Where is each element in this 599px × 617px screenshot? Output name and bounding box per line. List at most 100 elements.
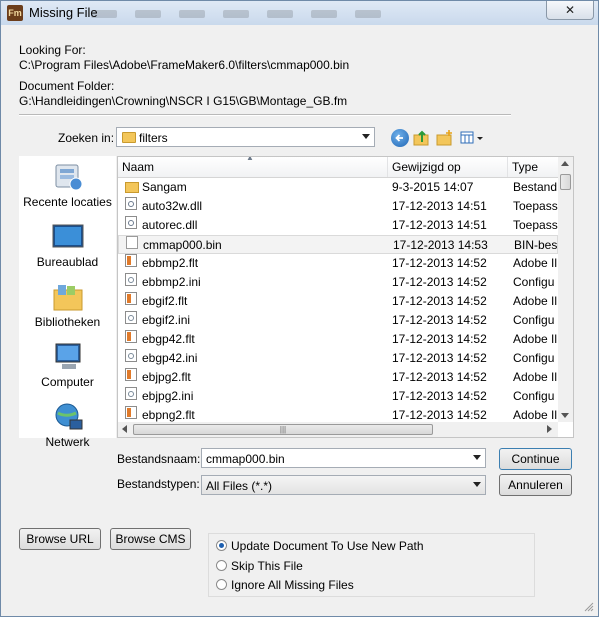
file-row[interactable]: ebbmp2.flt 17-12-2013 14:52 Adobe Il (118, 254, 558, 273)
hscroll-thumb[interactable]: ||| (133, 424, 433, 435)
file-row[interactable]: ebbmp2.ini 17-12-2013 14:52 Configu (118, 273, 558, 292)
file-type: Configu (513, 389, 555, 403)
file-type: Configu (513, 351, 555, 365)
file-modified: 17-12-2013 14:52 (392, 313, 487, 327)
file-name: ebgp42.flt (142, 332, 195, 346)
file-type: Adobe Il (513, 256, 558, 270)
lookin-dropdown[interactable]: filters (116, 127, 375, 147)
file-modified: 17-12-2013 14:51 (392, 199, 487, 213)
document-folder-path: G:\Handleidingen\Crowning\NSCR I G15\GB\… (19, 94, 348, 108)
file-row[interactable]: ebgp42.flt 17-12-2013 14:52 Adobe Il (118, 330, 558, 349)
file-name: ebjpg2.flt (142, 370, 191, 384)
chevron-down-icon (362, 134, 370, 139)
separator (19, 114, 511, 116)
radio-ignore-all[interactable] (216, 579, 227, 590)
scroll-down-icon[interactable] (561, 413, 569, 418)
vertical-scrollbar[interactable] (558, 157, 573, 422)
file-type: Configu (513, 275, 555, 289)
place-desktop[interactable]: Bureaublad (19, 222, 116, 269)
lookin-label: Zoeken in: (58, 131, 115, 145)
column-modified[interactable]: Gewijzigd op (388, 157, 508, 177)
file-type: Toepass (513, 218, 558, 232)
scroll-left-icon[interactable] (122, 425, 127, 433)
chevron-down-icon (473, 482, 481, 487)
browse-cms-button[interactable]: Browse CMS (110, 528, 191, 550)
file-list[interactable]: Naam Gewijzigd op Type ▲ Sangam 9-3-2015 … (117, 156, 574, 438)
filetype-dropdown[interactable]: All Files (*.*) (201, 475, 486, 495)
scroll-right-icon[interactable] (547, 425, 552, 433)
place-computer[interactable]: Computer (19, 342, 116, 389)
file-name: ebgif2.ini (142, 313, 191, 327)
option-update-path-label[interactable]: Update Document To Use New Path (231, 539, 424, 553)
option-ignore-all-label[interactable]: Ignore All Missing Files (231, 578, 354, 592)
filename-label: Bestandsnaam: (117, 452, 201, 466)
window-title: Missing File (29, 5, 98, 20)
file-row[interactable]: autorec.dll 17-12-2013 14:51 Toepass (118, 216, 558, 235)
file-name: ebbmp2.flt (142, 256, 199, 270)
file-ini-icon (125, 311, 137, 324)
file-ini-icon (125, 273, 137, 286)
radio-skip-file[interactable] (216, 560, 227, 571)
resize-grip-icon[interactable] (584, 602, 594, 612)
framemaker-app-icon: Fm (7, 5, 23, 21)
file-modified: 17-12-2013 14:52 (392, 389, 487, 403)
file-name: Sangam (142, 180, 187, 194)
file-row[interactable]: ebjpg2.ini 17-12-2013 14:52 Configu (118, 387, 558, 406)
file-modified: 17-12-2013 14:52 (392, 351, 487, 365)
file-row[interactable]: auto32w.dll 17-12-2013 14:51 Toepass (118, 197, 558, 216)
file-type: Adobe Il (513, 370, 558, 384)
continue-button[interactable]: Continue (499, 448, 572, 470)
horizontal-scrollbar[interactable]: ||| (118, 422, 558, 437)
file-name: cmmap000.bin (143, 238, 222, 252)
place-libraries[interactable]: Bibliotheken (19, 282, 116, 329)
file-modified: 17-12-2013 14:52 (392, 294, 487, 308)
file-row[interactable]: ebgif2.flt 17-12-2013 14:52 Adobe Il (118, 292, 558, 311)
background-menu-ghost (91, 7, 431, 19)
new-folder-icon[interactable] (436, 129, 454, 147)
cancel-button[interactable]: Annuleren (499, 474, 572, 496)
recent-places-icon (52, 162, 84, 192)
file-ini-icon (125, 387, 137, 400)
file-flt-icon (125, 292, 137, 305)
network-icon (52, 402, 84, 432)
file-flt-icon (125, 406, 137, 419)
view-menu-icon[interactable] (460, 129, 486, 147)
filename-input[interactable]: cmmap000.bin (201, 448, 486, 468)
file-flt-icon (125, 330, 137, 343)
scroll-thumb[interactable] (560, 174, 571, 190)
scroll-up-icon[interactable] (561, 161, 569, 166)
close-button[interactable]: ✕ (546, 1, 594, 20)
places-bar: Recente locaties Bureaublad Bibliotheken… (19, 156, 116, 449)
libraries-icon (52, 282, 84, 312)
option-skip-file-label[interactable]: Skip This File (231, 559, 303, 573)
place-network[interactable]: Netwerk (19, 402, 116, 449)
filename-value: cmmap000.bin (206, 452, 285, 466)
file-row[interactable]: cmmap000.bin 17-12-2013 14:53 BIN-bes (118, 235, 558, 254)
file-name: autorec.dll (142, 218, 198, 232)
looking-for-label: Looking For: (19, 43, 86, 57)
back-icon[interactable] (391, 129, 409, 147)
title-bar: Fm Missing File ✕ (1, 1, 598, 25)
browse-url-button[interactable]: Browse URL (19, 528, 101, 550)
file-row[interactable]: Sangam 9-3-2015 14:07 Bestand (118, 178, 558, 197)
up-folder-icon[interactable] (413, 129, 431, 147)
file-name: ebgif2.flt (142, 294, 188, 308)
sort-ascending-icon: ▲ (246, 156, 254, 162)
missing-file-options: Update Document To Use New Path Skip Thi… (208, 533, 535, 597)
folder-icon (125, 182, 139, 193)
filetype-label: Bestandstypen: (117, 477, 200, 491)
file-modified: 9-3-2015 14:07 (392, 180, 474, 194)
file-flt-icon (125, 254, 137, 267)
file-modified: 17-12-2013 14:51 (392, 218, 487, 232)
file-name: ebjpg2.ini (142, 389, 194, 403)
file-row[interactable]: ebjpg2.flt 17-12-2013 14:52 Adobe Il (118, 368, 558, 387)
desktop-icon (52, 222, 84, 252)
radio-update-path[interactable] (216, 540, 227, 551)
file-row[interactable]: ebgif2.ini 17-12-2013 14:52 Configu (118, 311, 558, 330)
file-bin-icon (126, 236, 138, 249)
place-recent[interactable]: Recente locaties (19, 162, 116, 209)
file-type: Adobe Il (513, 294, 558, 308)
file-name: auto32w.dll (142, 199, 203, 213)
file-row[interactable]: ebgp42.ini 17-12-2013 14:52 Configu (118, 349, 558, 368)
filetype-value: All Files (*.*) (206, 479, 273, 493)
